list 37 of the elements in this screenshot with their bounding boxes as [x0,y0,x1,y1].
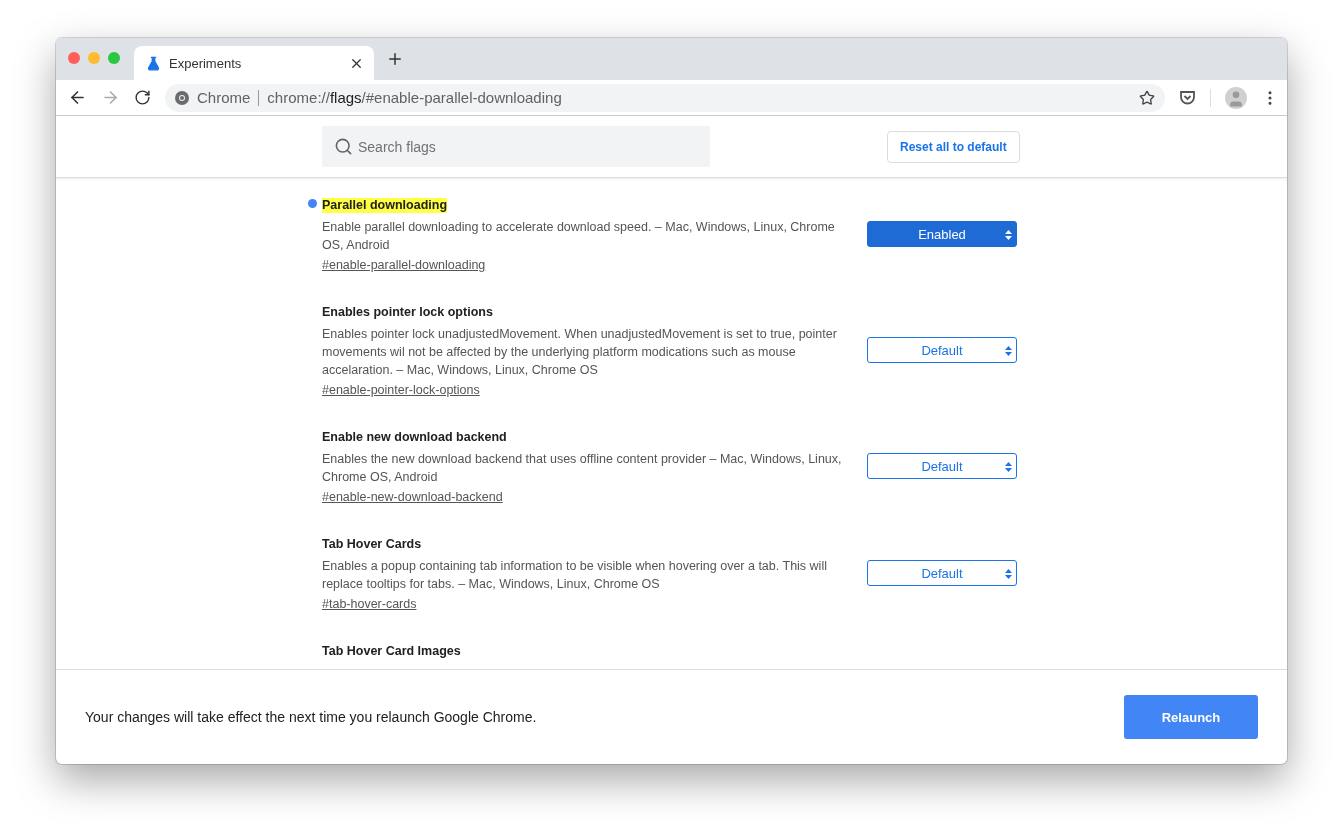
flag-description: Enables a popup containing tab information to be visible when hovering over a tab. This will replace tooltips for tabs. – Mac, Windows, Linux, Chrome OS [322,558,828,593]
flag-link[interactable]: #enable-new-download-backend [322,490,503,504]
flag-select[interactable]: Default [867,560,1017,586]
flag-link[interactable]: #enable-parallel-downloading [322,258,486,272]
tab-title: Experiments [169,55,243,71]
flag-select[interactable]: Default [867,453,1017,479]
relaunch-message: Your changes will take effect the next time you relaunch Google Chrome. [85,709,537,725]
updown-arrows-icon [1005,230,1012,240]
flask-icon [146,55,161,71]
flag-title: Tab Hover Cards [322,537,422,552]
site-label: Chrome [197,89,260,106]
reload-icon[interactable] [134,89,151,106]
search-icon [334,137,353,156]
flag-select[interactable]: Enabled [867,221,1017,247]
flag-title: Parallel downloading [322,198,448,213]
flag-description: Enable parallel downloading to accelerate download speed. – Mac, Windows, Linux, Chrome OS, Android [322,219,836,254]
new-tab-icon[interactable] [386,50,404,68]
browser-tab[interactable]: Experiments [134,46,374,80]
flag-title: Enable new download backend [322,430,507,445]
flag-description: Enables pointer lock unadjustedMovement. When unadjustedMovement is set to true, pointer movements wil not be affected by the underlying platform modications such as mouse accelaration. – Mac, Windows, Linux, Chrome OS [322,326,838,379]
updown-arrows-icon [1005,462,1012,472]
flag-link[interactable]: #tab-hover-cards [322,597,417,611]
back-icon[interactable] [68,88,87,107]
flag-description: Enables the new download backend that uses offline content provider – Mac, Windows, Linux, Chrome OS, Android [322,451,843,486]
star-icon[interactable] [1139,89,1155,106]
address-bar[interactable]: Chrome chrome://flags/#enable-parallel-downloading [165,83,1165,112]
avatar-icon[interactable] [1225,86,1247,109]
flag-title: Tab Hover Card Images [322,644,461,659]
flag-select[interactable]: Default [867,337,1017,363]
updown-arrows-icon [1005,346,1012,356]
relaunch-button[interactable]: Relaunch [1124,695,1258,739]
updown-arrows-icon [1005,569,1012,579]
flag-title: Enables pointer lock options [322,305,493,320]
reset-button[interactable]: Reset all to default [887,130,1020,163]
url-text: chrome://flags/#enable-parallel-downloading [267,89,563,106]
search-field[interactable]: Search flags [322,126,710,167]
flag-link[interactable]: #enable-pointer-lock-options [322,383,480,397]
